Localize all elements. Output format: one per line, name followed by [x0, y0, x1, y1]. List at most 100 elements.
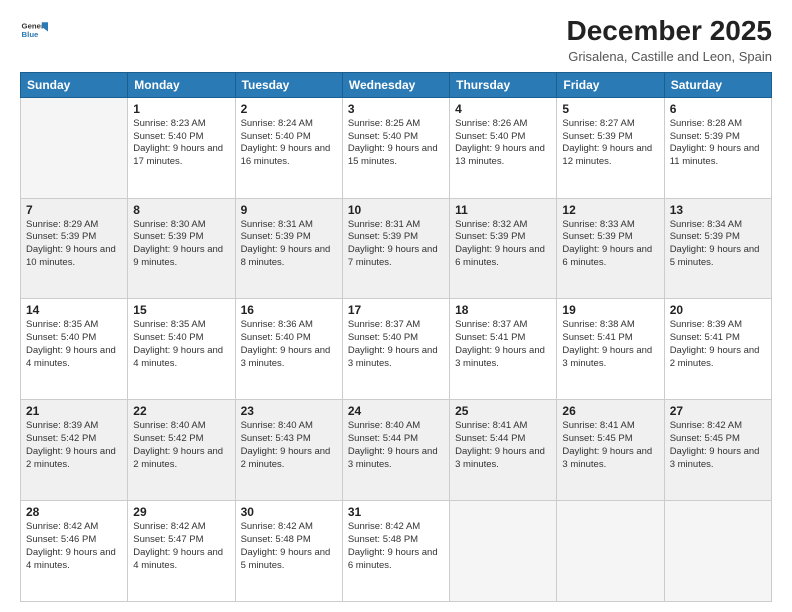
day-number: 4: [455, 102, 551, 116]
calendar-week-row: 14 Sunrise: 8:35 AM Sunset: 5:40 PM Dayli…: [21, 299, 772, 400]
day-info: Sunrise: 8:42 AM Sunset: 5:48 PM Dayligh…: [348, 521, 444, 572]
calendar-cell: 11Sunrise: 8:32 AM Sunset: 5:39 PM Dayli…: [450, 198, 557, 299]
day-number: 3: [348, 102, 444, 116]
calendar-cell: 14 Sunrise: 8:35 AM Sunset: 5:40 PM Dayli…: [21, 299, 128, 400]
day-info: Sunrise: 8:23 AM Sunset: 5:40 PM Dayligh…: [133, 118, 229, 169]
day-number: 24: [348, 404, 444, 418]
day-info: Sunrise: 8:37 AM Sunset: 5:41 PM Dayligh…: [455, 319, 551, 370]
day-info: Sunrise: 8:36 AM Sunset: 5:40 PM Dayligh…: [241, 319, 337, 370]
calendar-cell: 4 Sunrise: 8:26 AM Sunset: 5:40 PM Daylig…: [450, 97, 557, 198]
day-number: 7: [26, 203, 122, 217]
day-number: 14: [26, 303, 122, 317]
day-info: Sunrise: 8:40 AM Sunset: 5:43 PM Dayligh…: [241, 420, 337, 471]
calendar-cell: 3 Sunrise: 8:25 AM Sunset: 5:40 PM Daylig…: [342, 97, 449, 198]
day-number: 1: [133, 102, 229, 116]
title-block: December 2025 Grisalena, Castille and Le…: [567, 16, 772, 64]
calendar-week-row: 21 Sunrise: 8:39 AM Sunset: 5:42 PM Dayli…: [21, 400, 772, 501]
calendar-cell: [450, 501, 557, 602]
day-info: Sunrise: 8:30 AM Sunset: 5:39 PM Dayligh…: [133, 219, 229, 270]
column-header-thursday: Thursday: [450, 72, 557, 97]
day-info: Sunrise: 8:41 AM Sunset: 5:44 PM Dayligh…: [455, 420, 551, 471]
day-number: 2: [241, 102, 337, 116]
calendar-cell: 9 Sunrise: 8:31 AM Sunset: 5:39 PM Daylig…: [235, 198, 342, 299]
calendar-cell: 21 Sunrise: 8:39 AM Sunset: 5:42 PM Dayli…: [21, 400, 128, 501]
calendar-cell: [557, 501, 664, 602]
day-info: Sunrise: 8:37 AM Sunset: 5:40 PM Dayligh…: [348, 319, 444, 370]
calendar-cell: 6Sunrise: 8:28 AM Sunset: 5:39 PM Daylig…: [664, 97, 771, 198]
calendar-cell: [21, 97, 128, 198]
day-number: 19: [562, 303, 658, 317]
svg-text:Blue: Blue: [22, 30, 40, 39]
calendar-cell: 22Sunrise: 8:40 AM Sunset: 5:42 PM Dayli…: [128, 400, 235, 501]
day-number: 23: [241, 404, 337, 418]
day-number: 28: [26, 505, 122, 519]
day-number: 21: [26, 404, 122, 418]
day-info: Sunrise: 8:34 AM Sunset: 5:39 PM Dayligh…: [670, 219, 766, 270]
header: General Blue December 2025 Grisalena, Ca…: [20, 16, 772, 64]
day-info: Sunrise: 8:40 AM Sunset: 5:44 PM Dayligh…: [348, 420, 444, 471]
day-number: 25: [455, 404, 551, 418]
calendar-cell: 18 Sunrise: 8:37 AM Sunset: 5:41 PM Dayli…: [450, 299, 557, 400]
day-number: 22: [133, 404, 229, 418]
calendar-cell: 26 Sunrise: 8:41 AM Sunset: 5:45 PM Dayli…: [557, 400, 664, 501]
calendar-cell: 20Sunrise: 8:39 AM Sunset: 5:41 PM Dayli…: [664, 299, 771, 400]
day-number: 8: [133, 203, 229, 217]
calendar-cell: 28 Sunrise: 8:42 AM Sunset: 5:46 PM Dayli…: [21, 501, 128, 602]
day-info: Sunrise: 8:35 AM Sunset: 5:40 PM Dayligh…: [26, 319, 122, 370]
day-info: Sunrise: 8:42 AM Sunset: 5:47 PM Dayligh…: [133, 521, 229, 572]
calendar-week-row: 28 Sunrise: 8:42 AM Sunset: 5:46 PM Dayli…: [21, 501, 772, 602]
day-info: Sunrise: 8:31 AM Sunset: 5:39 PM Dayligh…: [241, 219, 337, 270]
day-number: 17: [348, 303, 444, 317]
day-info: Sunrise: 8:39 AM Sunset: 5:41 PM Dayligh…: [670, 319, 766, 370]
calendar-cell: 17 Sunrise: 8:37 AM Sunset: 5:40 PM Dayli…: [342, 299, 449, 400]
day-number: 18: [455, 303, 551, 317]
day-number: 13: [670, 203, 766, 217]
day-number: 15: [133, 303, 229, 317]
day-number: 29: [133, 505, 229, 519]
calendar-cell: 29 Sunrise: 8:42 AM Sunset: 5:47 PM Dayli…: [128, 501, 235, 602]
day-info: Sunrise: 8:32 AM Sunset: 5:39 PM Dayligh…: [455, 219, 551, 270]
column-header-friday: Friday: [557, 72, 664, 97]
day-info: Sunrise: 8:38 AM Sunset: 5:41 PM Dayligh…: [562, 319, 658, 370]
column-header-monday: Monday: [128, 72, 235, 97]
day-number: 26: [562, 404, 658, 418]
day-info: Sunrise: 8:42 AM Sunset: 5:45 PM Dayligh…: [670, 420, 766, 471]
calendar-cell: 16 Sunrise: 8:36 AM Sunset: 5:40 PM Dayli…: [235, 299, 342, 400]
column-header-sunday: Sunday: [21, 72, 128, 97]
day-info: Sunrise: 8:39 AM Sunset: 5:42 PM Dayligh…: [26, 420, 122, 471]
calendar-cell: 12 Sunrise: 8:33 AM Sunset: 5:39 PM Dayli…: [557, 198, 664, 299]
subtitle: Grisalena, Castille and Leon, Spain: [567, 49, 772, 64]
day-info: Sunrise: 8:25 AM Sunset: 5:40 PM Dayligh…: [348, 118, 444, 169]
logo: General Blue: [20, 16, 48, 44]
calendar-cell: 31 Sunrise: 8:42 AM Sunset: 5:48 PM Dayli…: [342, 501, 449, 602]
day-number: 10: [348, 203, 444, 217]
calendar-cell: 24 Sunrise: 8:40 AM Sunset: 5:44 PM Dayli…: [342, 400, 449, 501]
calendar-cell: 30Sunrise: 8:42 AM Sunset: 5:48 PM Dayli…: [235, 501, 342, 602]
logo-icon: General Blue: [20, 16, 48, 44]
calendar-cell: 10Sunrise: 8:31 AM Sunset: 5:39 PM Dayli…: [342, 198, 449, 299]
day-info: Sunrise: 8:24 AM Sunset: 5:40 PM Dayligh…: [241, 118, 337, 169]
day-info: Sunrise: 8:33 AM Sunset: 5:39 PM Dayligh…: [562, 219, 658, 270]
calendar-cell: 15 Sunrise: 8:35 AM Sunset: 5:40 PM Dayli…: [128, 299, 235, 400]
day-info: Sunrise: 8:26 AM Sunset: 5:40 PM Dayligh…: [455, 118, 551, 169]
calendar-cell: 27 Sunrise: 8:42 AM Sunset: 5:45 PM Dayli…: [664, 400, 771, 501]
day-info: Sunrise: 8:42 AM Sunset: 5:46 PM Dayligh…: [26, 521, 122, 572]
page: General Blue December 2025 Grisalena, Ca…: [0, 0, 792, 612]
calendar-cell: 5Sunrise: 8:27 AM Sunset: 5:39 PM Daylig…: [557, 97, 664, 198]
day-number: 9: [241, 203, 337, 217]
calendar-cell: 25 Sunrise: 8:41 AM Sunset: 5:44 PM Dayli…: [450, 400, 557, 501]
day-info: Sunrise: 8:35 AM Sunset: 5:40 PM Dayligh…: [133, 319, 229, 370]
calendar-cell: [664, 501, 771, 602]
day-number: 16: [241, 303, 337, 317]
day-info: Sunrise: 8:41 AM Sunset: 5:45 PM Dayligh…: [562, 420, 658, 471]
calendar-week-row: 7Sunrise: 8:29 AM Sunset: 5:39 PM Daylig…: [21, 198, 772, 299]
day-number: 31: [348, 505, 444, 519]
column-header-tuesday: Tuesday: [235, 72, 342, 97]
day-info: Sunrise: 8:42 AM Sunset: 5:48 PM Dayligh…: [241, 521, 337, 572]
main-title: December 2025: [567, 16, 772, 47]
calendar-cell: 8 Sunrise: 8:30 AM Sunset: 5:39 PM Daylig…: [128, 198, 235, 299]
calendar-cell: 23 Sunrise: 8:40 AM Sunset: 5:43 PM Dayli…: [235, 400, 342, 501]
calendar-cell: 7Sunrise: 8:29 AM Sunset: 5:39 PM Daylig…: [21, 198, 128, 299]
day-number: 27: [670, 404, 766, 418]
day-number: 12: [562, 203, 658, 217]
